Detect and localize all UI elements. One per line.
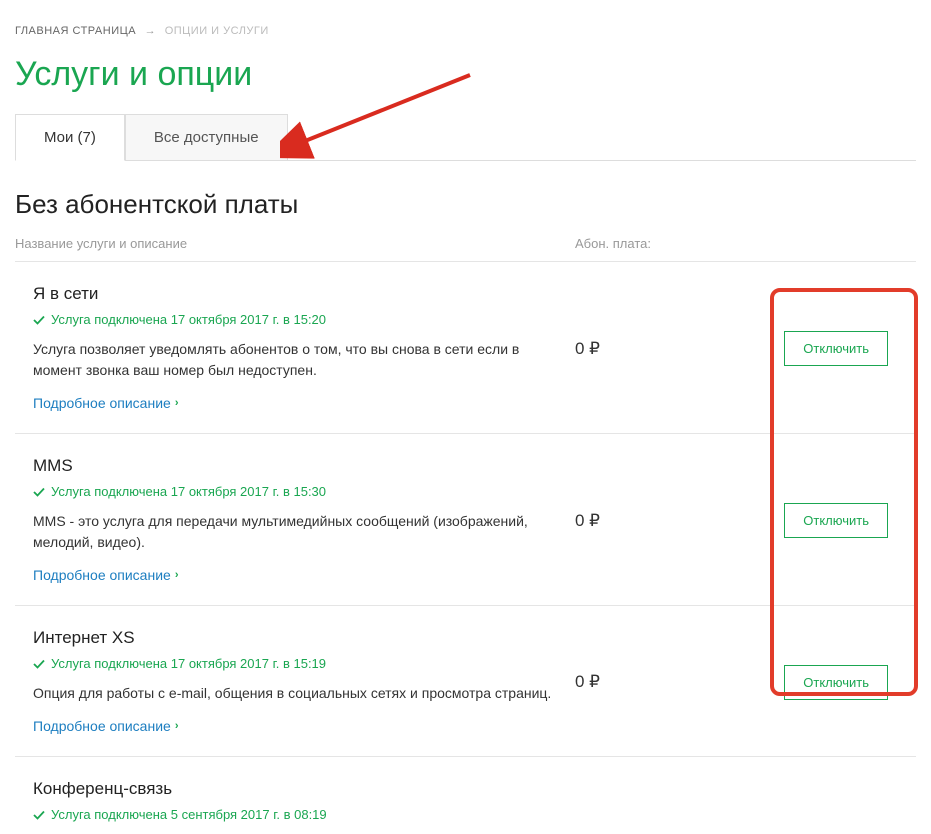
tab-my-services[interactable]: Мои (7) xyxy=(15,114,125,161)
check-icon xyxy=(33,809,45,821)
section-title: Без абонентской платы xyxy=(15,189,916,220)
service-name: MMS xyxy=(33,456,555,476)
details-label: Подробное описание xyxy=(33,718,171,734)
details-link[interactable]: Подробное описание › xyxy=(33,718,178,734)
service-status: Услуга подключена 5 сентября 2017 г. в 0… xyxy=(33,807,555,822)
chevron-right-icon: › xyxy=(175,569,179,581)
breadcrumb-current: ОПЦИИ И УСЛУГИ xyxy=(165,25,269,37)
disable-button[interactable]: Отключить xyxy=(784,331,888,366)
check-icon xyxy=(33,486,45,498)
details-link[interactable]: Подробное описание › xyxy=(33,395,178,411)
service-status-text: Услуга подключена 5 сентября 2017 г. в 0… xyxy=(51,807,327,822)
service-description: MMS - это услуга для передачи мультимеди… xyxy=(33,511,555,553)
chevron-right-icon: › xyxy=(175,397,179,409)
list-item: Я в сети Услуга подключена 17 октября 20… xyxy=(15,261,916,433)
service-price: 0 ₽ xyxy=(575,511,715,531)
service-status: Услуга подключена 17 октября 2017 г. в 1… xyxy=(33,312,555,327)
disable-button[interactable]: Отключить xyxy=(784,665,888,700)
service-status: Услуга подключена 17 октября 2017 г. в 1… xyxy=(33,656,555,671)
details-label: Подробное описание xyxy=(33,395,171,411)
service-description: Опция для работы с e-mail, общения в соц… xyxy=(33,683,555,704)
disable-button[interactable]: Отключить xyxy=(784,503,888,538)
tab-all-available[interactable]: Все доступные xyxy=(125,114,288,160)
page-title: Услуги и опции xyxy=(15,55,916,94)
breadcrumb: ГЛАВНАЯ СТРАНИЦА → ОПЦИИ И УСЛУГИ xyxy=(15,25,916,37)
header-name: Название услуги и описание xyxy=(15,236,575,251)
check-icon xyxy=(33,314,45,326)
list-item: Конференц-связь Услуга подключена 5 сент… xyxy=(15,756,916,834)
tabs: Мои (7) Все доступные xyxy=(15,114,916,161)
service-price: 0 ₽ xyxy=(575,339,715,359)
service-list: Я в сети Услуга подключена 17 октября 20… xyxy=(15,261,916,834)
service-name: Конференц-связь xyxy=(33,779,555,799)
service-price: 0 ₽ xyxy=(575,672,715,692)
service-name: Я в сети xyxy=(33,284,555,304)
service-status-text: Услуга подключена 17 октября 2017 г. в 1… xyxy=(51,312,326,327)
arrow-right-icon: → xyxy=(145,25,157,37)
details-label: Подробное описание xyxy=(33,567,171,583)
service-name: Интернет XS xyxy=(33,628,555,648)
service-status-text: Услуга подключена 17 октября 2017 г. в 1… xyxy=(51,484,326,499)
list-item: Интернет XS Услуга подключена 17 октября… xyxy=(15,605,916,756)
details-link[interactable]: Подробное описание › xyxy=(33,567,178,583)
breadcrumb-home-link[interactable]: ГЛАВНАЯ СТРАНИЦА xyxy=(15,25,136,37)
service-status-text: Услуга подключена 17 октября 2017 г. в 1… xyxy=(51,656,326,671)
list-header: Название услуги и описание Абон. плата: xyxy=(15,236,916,251)
chevron-right-icon: › xyxy=(175,720,179,732)
check-icon xyxy=(33,658,45,670)
service-description: Услуга позволяет уведомлять абонентов о … xyxy=(33,339,555,381)
service-status: Услуга подключена 17 октября 2017 г. в 1… xyxy=(33,484,555,499)
header-fee: Абон. плата: xyxy=(575,236,916,251)
list-item: MMS Услуга подключена 17 октября 2017 г.… xyxy=(15,433,916,605)
